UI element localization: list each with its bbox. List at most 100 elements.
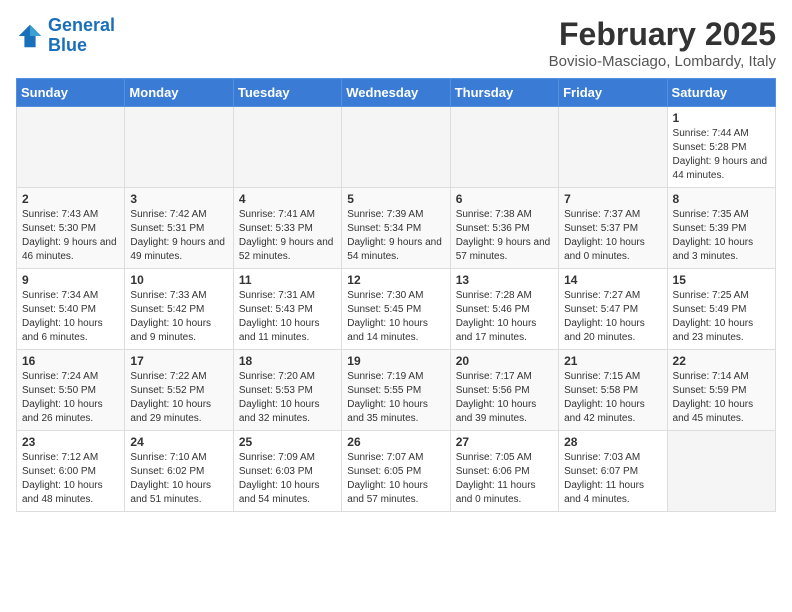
calendar-cell: 24 Sunrise: 7:10 AM Sunset: 6:02 PM Dayli… <box>125 431 233 512</box>
day-number: 10 <box>130 273 227 287</box>
day-info: Sunrise: 7:37 AM Sunset: 5:37 PM Dayligh… <box>564 208 661 264</box>
calendar-cell: 8 Sunrise: 7:35 AM Sunset: 5:39 PM Daylig… <box>667 188 775 269</box>
calendar-cell: 10 Sunrise: 7:33 AM Sunset: 5:42 PM Dayli… <box>125 269 233 350</box>
calendar-cell <box>342 107 450 188</box>
day-info: Sunrise: 7:10 AM Sunset: 6:02 PM Dayligh… <box>130 451 227 507</box>
day-number: 7 <box>564 192 661 206</box>
day-info: Sunrise: 7:09 AM Sunset: 6:03 PM Dayligh… <box>239 451 336 507</box>
calendar-cell <box>125 107 233 188</box>
day-number: 1 <box>673 111 770 125</box>
day-info: Sunrise: 7:38 AM Sunset: 5:36 PM Dayligh… <box>456 208 553 264</box>
day-number: 5 <box>347 192 444 206</box>
day-info: Sunrise: 7:41 AM Sunset: 5:33 PM Dayligh… <box>239 208 336 264</box>
day-number: 12 <box>347 273 444 287</box>
day-number: 21 <box>564 354 661 368</box>
day-info: Sunrise: 7:28 AM Sunset: 5:46 PM Dayligh… <box>456 289 553 345</box>
calendar-cell: 16Sunrise: 7:24 AM Sunset: 5:50 PM Dayli… <box>17 350 125 431</box>
day-number: 24 <box>130 435 227 449</box>
day-number: 18 <box>239 354 336 368</box>
calendar-cell: 7 Sunrise: 7:37 AM Sunset: 5:37 PM Daylig… <box>559 188 667 269</box>
calendar-cell: 23 Sunrise: 7:12 AM Sunset: 6:00 PM Dayli… <box>17 431 125 512</box>
title-block: February 2025 Bovisio-Masciago, Lombardy… <box>549 16 776 70</box>
weekday-header-sunday: Sunday <box>17 79 125 107</box>
calendar-cell <box>450 107 558 188</box>
calendar-cell: 6 Sunrise: 7:38 AM Sunset: 5:36 PM Daylig… <box>450 188 558 269</box>
day-number: 25 <box>239 435 336 449</box>
day-info: Sunrise: 7:17 AM Sunset: 5:56 PM Dayligh… <box>456 370 553 426</box>
calendar-cell: 27 Sunrise: 7:05 AM Sunset: 6:06 PM Dayli… <box>450 431 558 512</box>
day-info: Sunrise: 7:44 AM Sunset: 5:28 PM Dayligh… <box>673 127 770 183</box>
day-info: Sunrise: 7:14 AM Sunset: 5:59 PM Dayligh… <box>673 370 770 426</box>
calendar-table: SundayMondayTuesdayWednesdayThursdayFrid… <box>16 78 776 512</box>
weekday-header-thursday: Thursday <box>450 79 558 107</box>
logo-icon <box>16 22 44 50</box>
day-number: 11 <box>239 273 336 287</box>
day-number: 20 <box>456 354 553 368</box>
day-number: 22 <box>673 354 770 368</box>
day-info: Sunrise: 7:05 AM Sunset: 6:06 PM Dayligh… <box>456 451 553 507</box>
header: General Blue February 2025 Bovisio-Masci… <box>16 16 776 70</box>
week-row-2: 9Sunrise: 7:34 AM Sunset: 5:40 PM Daylig… <box>17 269 776 350</box>
calendar-cell: 21 Sunrise: 7:15 AM Sunset: 5:58 PM Dayli… <box>559 350 667 431</box>
weekday-header-saturday: Saturday <box>667 79 775 107</box>
day-info: Sunrise: 7:03 AM Sunset: 6:07 PM Dayligh… <box>564 451 661 507</box>
weekday-header-wednesday: Wednesday <box>342 79 450 107</box>
weekday-header-friday: Friday <box>559 79 667 107</box>
calendar-cell: 20 Sunrise: 7:17 AM Sunset: 5:56 PM Dayli… <box>450 350 558 431</box>
day-number: 26 <box>347 435 444 449</box>
week-row-4: 23 Sunrise: 7:12 AM Sunset: 6:00 PM Dayli… <box>17 431 776 512</box>
day-info: Sunrise: 7:24 AM Sunset: 5:50 PM Dayligh… <box>22 370 119 426</box>
logo-line1: General <box>48 15 115 35</box>
day-info: Sunrise: 7:07 AM Sunset: 6:05 PM Dayligh… <box>347 451 444 507</box>
day-number: 19 <box>347 354 444 368</box>
day-number: 8 <box>673 192 770 206</box>
calendar-cell: 9Sunrise: 7:34 AM Sunset: 5:40 PM Daylig… <box>17 269 125 350</box>
logo: General Blue <box>16 16 115 56</box>
day-number: 15 <box>673 273 770 287</box>
day-number: 4 <box>239 192 336 206</box>
calendar-cell: 26 Sunrise: 7:07 AM Sunset: 6:05 PM Dayli… <box>342 431 450 512</box>
day-number: 2 <box>22 192 119 206</box>
calendar-cell: 2 Sunrise: 7:43 AM Sunset: 5:30 PM Daylig… <box>17 188 125 269</box>
calendar-cell: 4 Sunrise: 7:41 AM Sunset: 5:33 PM Daylig… <box>233 188 341 269</box>
day-info: Sunrise: 7:30 AM Sunset: 5:45 PM Dayligh… <box>347 289 444 345</box>
weekday-header-monday: Monday <box>125 79 233 107</box>
day-number: 28 <box>564 435 661 449</box>
day-number: 13 <box>456 273 553 287</box>
weekday-header-tuesday: Tuesday <box>233 79 341 107</box>
day-number: 23 <box>22 435 119 449</box>
calendar-cell: 17 Sunrise: 7:22 AM Sunset: 5:52 PM Dayli… <box>125 350 233 431</box>
week-row-3: 16Sunrise: 7:24 AM Sunset: 5:50 PM Dayli… <box>17 350 776 431</box>
calendar-cell: 1 Sunrise: 7:44 AM Sunset: 5:28 PM Daylig… <box>667 107 775 188</box>
calendar-cell: 18 Sunrise: 7:20 AM Sunset: 5:53 PM Dayli… <box>233 350 341 431</box>
calendar-cell: 11Sunrise: 7:31 AM Sunset: 5:43 PM Dayli… <box>233 269 341 350</box>
calendar-cell: 22 Sunrise: 7:14 AM Sunset: 5:59 PM Dayli… <box>667 350 775 431</box>
calendar-cell <box>17 107 125 188</box>
calendar-cell: 25 Sunrise: 7:09 AM Sunset: 6:03 PM Dayli… <box>233 431 341 512</box>
day-number: 6 <box>456 192 553 206</box>
calendar-cell <box>233 107 341 188</box>
week-row-0: 1 Sunrise: 7:44 AM Sunset: 5:28 PM Daylig… <box>17 107 776 188</box>
day-info: Sunrise: 7:15 AM Sunset: 5:58 PM Dayligh… <box>564 370 661 426</box>
day-number: 3 <box>130 192 227 206</box>
day-info: Sunrise: 7:34 AM Sunset: 5:40 PM Dayligh… <box>22 289 119 345</box>
day-number: 17 <box>130 354 227 368</box>
day-info: Sunrise: 7:12 AM Sunset: 6:00 PM Dayligh… <box>22 451 119 507</box>
day-number: 14 <box>564 273 661 287</box>
day-info: Sunrise: 7:39 AM Sunset: 5:34 PM Dayligh… <box>347 208 444 264</box>
day-info: Sunrise: 7:22 AM Sunset: 5:52 PM Dayligh… <box>130 370 227 426</box>
day-number: 27 <box>456 435 553 449</box>
logo-line2: Blue <box>48 35 87 55</box>
calendar-cell: 5 Sunrise: 7:39 AM Sunset: 5:34 PM Daylig… <box>342 188 450 269</box>
calendar-cell: 28 Sunrise: 7:03 AM Sunset: 6:07 PM Dayli… <box>559 431 667 512</box>
calendar-cell: 13 Sunrise: 7:28 AM Sunset: 5:46 PM Dayli… <box>450 269 558 350</box>
calendar-cell: 14Sunrise: 7:27 AM Sunset: 5:47 PM Dayli… <box>559 269 667 350</box>
day-info: Sunrise: 7:35 AM Sunset: 5:39 PM Dayligh… <box>673 208 770 264</box>
weekday-header-row: SundayMondayTuesdayWednesdayThursdayFrid… <box>17 79 776 107</box>
calendar-cell: 19Sunrise: 7:19 AM Sunset: 5:55 PM Dayli… <box>342 350 450 431</box>
calendar-cell: 15Sunrise: 7:25 AM Sunset: 5:49 PM Dayli… <box>667 269 775 350</box>
day-info: Sunrise: 7:33 AM Sunset: 5:42 PM Dayligh… <box>130 289 227 345</box>
calendar-cell: 3Sunrise: 7:42 AM Sunset: 5:31 PM Daylig… <box>125 188 233 269</box>
day-info: Sunrise: 7:20 AM Sunset: 5:53 PM Dayligh… <box>239 370 336 426</box>
day-info: Sunrise: 7:43 AM Sunset: 5:30 PM Dayligh… <box>22 208 119 264</box>
